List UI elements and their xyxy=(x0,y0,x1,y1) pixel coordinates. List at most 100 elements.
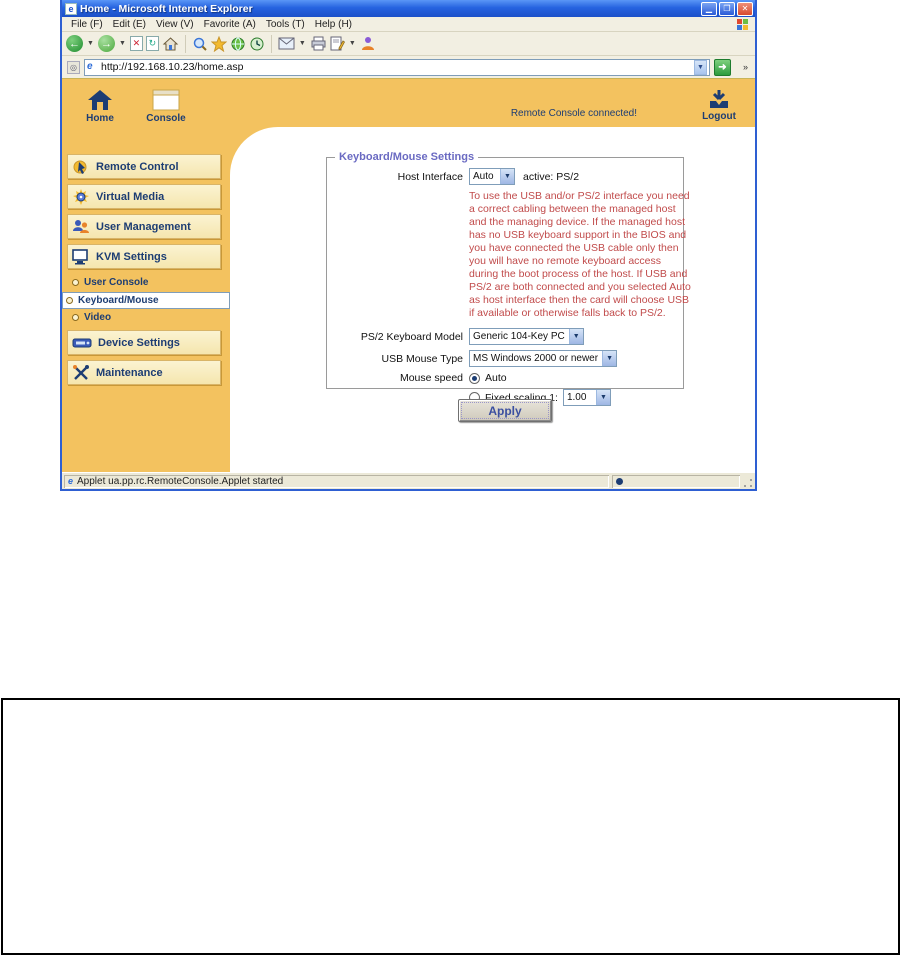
toolbar-separator xyxy=(184,34,186,53)
sidebar-item-remote-control[interactable]: Remote Control xyxy=(67,154,221,179)
menubar: File (F) Edit (E) View (V) Favorite (A) … xyxy=(62,17,755,32)
menu-help[interactable]: Help (H) xyxy=(310,19,357,30)
search-icon xyxy=(193,37,207,51)
address-dropdown[interactable]: ▼ xyxy=(693,59,707,75)
media-button[interactable] xyxy=(230,34,246,54)
address-input[interactable]: e http://192.168.10.23/home.asp ▼ xyxy=(84,58,710,76)
ie-app-icon: e xyxy=(65,2,77,15)
sidebar: Remote Control Virtual Media User Manage… xyxy=(62,127,230,472)
ps2-keyboard-select[interactable]: Generic 104-Key PC ▼ xyxy=(469,328,584,345)
address-label-icon: ◎ xyxy=(67,60,80,74)
console-icon xyxy=(152,89,180,111)
back-dropdown[interactable]: ▼ xyxy=(87,40,94,47)
menu-file[interactable]: File (F) xyxy=(66,19,108,30)
titlebar[interactable]: e Home - Microsoft Internet Explorer ▁ ❐… xyxy=(62,0,755,17)
go-button[interactable]: ➜ xyxy=(713,58,731,76)
sidebar-item-user-management[interactable]: User Management xyxy=(67,214,221,239)
menu-tools[interactable]: Tools (T) xyxy=(261,19,310,30)
media-globe-icon xyxy=(231,37,245,50)
usb-mouse-select[interactable]: MS Windows 2000 or newer ▼ xyxy=(469,350,618,367)
search-button[interactable] xyxy=(192,34,208,54)
sidebar-subitem-user-console[interactable]: User Console xyxy=(62,274,230,291)
main-content: Keyboard/Mouse Settings Host Interface A… xyxy=(230,127,755,472)
sidebar-item-maintenance[interactable]: Maintenance xyxy=(67,360,221,385)
forward-icon: → xyxy=(97,35,115,52)
browser-toolbar: ← ▼ → ▼ ✕ ↻ ▼ ▼ xyxy=(62,32,755,56)
refresh-button[interactable]: ↻ xyxy=(145,34,159,54)
address-bar: ◎ e http://192.168.10.23/home.asp ▼ ➜ » xyxy=(62,56,755,79)
mouse-speed-label: Mouse speed xyxy=(399,372,463,384)
chevron-down-icon: ▼ xyxy=(602,351,617,366)
fixed-scaling-select[interactable]: 1.00 ▼ xyxy=(562,389,611,406)
mouse-speed-auto-option[interactable]: Auto xyxy=(469,372,507,384)
favorites-button[interactable] xyxy=(210,34,227,54)
page-favicon: e xyxy=(87,60,93,72)
close-button[interactable]: ✕ xyxy=(737,1,753,16)
header-nav-group: Home Console xyxy=(62,85,188,127)
sidebar-item-kvm-settings[interactable]: KVM Settings xyxy=(67,244,221,269)
forward-dropdown[interactable]: ▼ xyxy=(119,40,126,47)
address-url: http://192.168.10.23/home.asp xyxy=(101,61,244,73)
maximize-button[interactable]: ❐ xyxy=(719,1,735,16)
stop-button[interactable]: ✕ xyxy=(129,34,143,54)
logout-label: Logout xyxy=(702,111,736,122)
page-header: Home Console Remote Console connected! L… xyxy=(62,79,755,127)
desktop: e Home - Microsoft Internet Explorer ▁ ❐… xyxy=(0,0,905,960)
host-interface-select[interactable]: Auto ▼ xyxy=(469,168,515,185)
history-button[interactable] xyxy=(249,34,265,54)
resize-grip[interactable] xyxy=(742,477,754,489)
mail-button[interactable] xyxy=(278,34,295,54)
home-nav-label: Home xyxy=(86,113,114,124)
apply-button[interactable]: Apply xyxy=(458,399,552,422)
history-clock-icon xyxy=(250,37,264,50)
fieldset-legend: Keyboard/Mouse Settings xyxy=(335,151,479,163)
home-nav[interactable]: Home xyxy=(78,89,122,124)
usb-mouse-label: USB Mouse Type xyxy=(381,352,463,365)
status-text: Applet ua.pp.rc.RemoteConsole.Applet sta… xyxy=(77,475,284,487)
page-view: Home Console Remote Console connected! L… xyxy=(62,79,755,472)
print-button[interactable] xyxy=(310,34,327,54)
status-zone-pane xyxy=(612,475,740,488)
back-icon: ← xyxy=(66,35,83,52)
minimize-button[interactable]: ▁ xyxy=(701,1,717,16)
bullet-icon xyxy=(66,297,73,304)
placeholder-box xyxy=(1,698,900,955)
radio-auto[interactable] xyxy=(469,372,480,384)
ps2-keyboard-label: PS/2 Keyboard Model xyxy=(360,330,463,343)
sidebar-subitem-keyboard-mouse[interactable]: Keyboard/Mouse xyxy=(62,292,230,309)
mail-dropdown[interactable]: ▼ xyxy=(299,40,306,47)
stop-icon: ✕ xyxy=(129,36,143,51)
sidebar-subitem-video[interactable]: Video xyxy=(62,309,230,326)
menu-view[interactable]: View (V) xyxy=(151,19,199,30)
edit-dropdown[interactable]: ▼ xyxy=(349,40,356,47)
connection-status: Remote Console connected! xyxy=(510,108,637,119)
toolbar-separator xyxy=(270,34,272,53)
host-interface-label: Host Interface xyxy=(397,170,463,183)
links-chevron[interactable]: » xyxy=(743,62,748,72)
edit-button[interactable] xyxy=(330,34,345,54)
zone-globe-icon xyxy=(616,477,623,485)
browser-window: e Home - Microsoft Internet Explorer ▁ ❐… xyxy=(60,0,757,491)
chevron-down-icon: ▼ xyxy=(500,169,514,184)
messenger-button[interactable] xyxy=(360,34,376,54)
mouse-speed-row: Mouse speed Auto xyxy=(335,372,675,384)
bullet-icon xyxy=(72,314,79,321)
logout-nav[interactable]: Logout xyxy=(697,89,741,122)
windows-flag-icon xyxy=(736,18,749,31)
usb-mouse-row: USB Mouse Type MS Windows 2000 or newer … xyxy=(335,350,675,367)
back-button[interactable]: ← xyxy=(66,34,83,54)
forward-button[interactable]: → xyxy=(97,34,115,54)
virtual-media-icon xyxy=(73,188,89,205)
sidebar-item-virtual-media[interactable]: Virtual Media xyxy=(67,184,221,209)
menu-favorite[interactable]: Favorite (A) xyxy=(199,19,261,30)
ps2-keyboard-row: PS/2 Keyboard Model Generic 104-Key PC ▼ xyxy=(335,328,675,345)
refresh-icon: ↻ xyxy=(145,36,159,51)
menu-edit[interactable]: Edit (E) xyxy=(108,19,151,30)
console-nav[interactable]: Console xyxy=(144,89,188,124)
chevron-down-icon: ▼ xyxy=(568,329,583,344)
status-bar: e Applet ua.pp.rc.RemoteConsole.Applet s… xyxy=(62,472,755,489)
interface-warning-text: To use the USB and/or PS/2 interface you… xyxy=(469,190,691,319)
sidebar-item-device-settings[interactable]: Device Settings xyxy=(67,330,221,355)
home-button[interactable] xyxy=(162,34,179,54)
home-toolbar-icon xyxy=(162,36,179,50)
